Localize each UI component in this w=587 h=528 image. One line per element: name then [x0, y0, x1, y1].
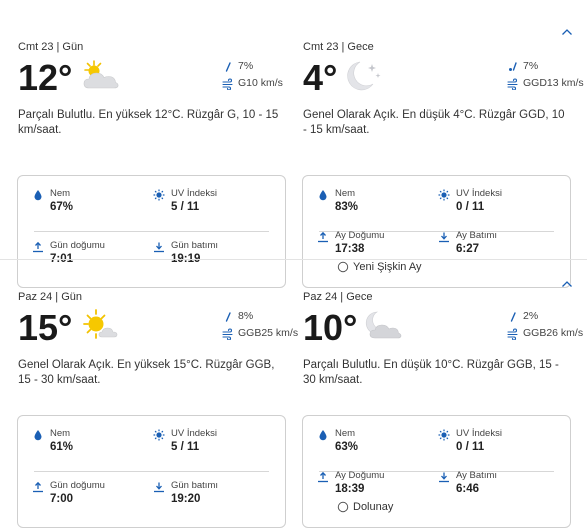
uv-index-label: UV İndeksi [456, 188, 502, 199]
sunset-icon [153, 481, 167, 495]
humidity-value: 83% [335, 201, 359, 213]
wind-value: GGB26 km/s [523, 327, 584, 339]
night-period-panel: Cmt 23 | Gece 4° 7% GGD13 km/s Genel Ola… [302, 40, 584, 288]
uv-index-value: 0 / 11 [456, 201, 485, 213]
temperature: 10° [303, 307, 358, 348]
divider [34, 471, 269, 472]
humidity-label: Nem [335, 428, 356, 439]
night-period-panel: Paz 24 | Gece 10° 2% GGB26 km/s Parçalı … [302, 290, 583, 528]
partly-cloudy-night-icon [363, 308, 403, 347]
partly-cloudy-day-icon [80, 58, 120, 97]
moonrise-value: 17:38 [335, 243, 365, 255]
day-period-panel: Cmt 23 | Gün 12° 7% G10 km/s Parçalı Bul… [17, 40, 290, 288]
moonset-label: Ay Batımı [456, 470, 498, 481]
humidity-value: 63% [335, 441, 359, 453]
sunset-icon [153, 241, 167, 255]
moonrise-label: Ay Doğumu [335, 230, 385, 241]
sunrise-label: Gün doğumu [50, 480, 105, 491]
humidity-value: 67% [50, 201, 74, 213]
forecast-description: Genel Olarak Açık. En yüksek 15°C. Rüzgâ… [18, 359, 275, 386]
forecast-day-2: Paz 24 | Gün 15° 8% GGB25 km/s Genel Ola… [0, 259, 587, 528]
clear-night-moon-icon [343, 58, 383, 99]
wind-icon [222, 78, 238, 90]
moonrise-label: Ay Doğumu [335, 470, 385, 481]
sunrise-icon [32, 241, 46, 255]
moonset-label: Ay Batımı [456, 230, 498, 241]
moonrise-icon [317, 471, 331, 485]
details-card: Nem 63% UV İndeksi 0 / 11 Ay Doğumu 18:39 A… [302, 415, 571, 528]
sunset-label: Gün batımı [171, 480, 218, 491]
moonset-value: 6:46 [456, 483, 480, 495]
humidity-value: 61% [50, 441, 74, 453]
sunset-value: 19:20 [171, 493, 201, 505]
precipitation-icon [507, 61, 523, 73]
humidity-icon [32, 189, 46, 203]
sunrise-value: 7:00 [50, 493, 74, 505]
sunrise-icon [32, 481, 46, 495]
temperature: 12° [18, 57, 73, 98]
details-card: Nem 61% UV İndeksi 5 / 11 Gün doğumu 7:00 G… [17, 415, 286, 528]
day-period-panel: Paz 24 | Gün 15° 8% GGB25 km/s Genel Ola… [17, 290, 298, 528]
precipitation-value: 8% [238, 310, 254, 322]
temperature: 15° [18, 307, 73, 348]
forecast-description: Genel Olarak Açık. En düşük 4°C. Rüzgâr … [303, 109, 565, 136]
forecast-description: Parçalı Bulutlu. En düşük 10°C. Rüzgâr G… [303, 359, 559, 386]
period-header: Paz 24 | Gece [303, 291, 373, 303]
moonrise-icon [317, 231, 331, 245]
uv-index-label: UV İndeksi [456, 428, 502, 439]
uv-index-icon [153, 429, 167, 443]
wind-value: GGD13 km/s [523, 77, 584, 89]
uv-index-value: 0 / 11 [456, 441, 485, 453]
uv-index-label: UV İndeksi [171, 188, 217, 199]
mostly-sunny-icon [80, 308, 120, 347]
sunset-label: Gün batımı [171, 240, 218, 251]
humidity-label: Nem [50, 428, 71, 439]
humidity-icon [317, 429, 331, 443]
forecast-description: Parçalı Bulutlu. En yüksek 12°C. Rüzgâr … [18, 109, 279, 136]
moon-phase-label: Dolunay [353, 501, 394, 514]
forecast-day-1: Cmt 23 | Gün 12° 7% G10 km/s Parçalı Bul… [0, 0, 587, 288]
uv-index-icon [438, 189, 452, 203]
humidity-icon [317, 189, 331, 203]
moon-phase: Dolunay [337, 501, 393, 513]
precipitation-icon [222, 61, 238, 73]
moonset-value: 6:27 [456, 243, 480, 255]
moon-phase-icon [337, 501, 349, 513]
uv-index-icon [153, 189, 167, 203]
uv-index-label: UV İndeksi [171, 428, 217, 439]
humidity-label: Nem [50, 188, 71, 199]
humidity-icon [32, 429, 46, 443]
precipitation-icon [507, 311, 523, 323]
wind-value: G10 km/s [238, 77, 283, 89]
precipitation-value: 2% [523, 310, 539, 322]
uv-index-icon [438, 429, 452, 443]
period-header: Cmt 23 | Gece [303, 41, 374, 53]
wind-icon [222, 328, 238, 340]
temperature: 4° [303, 57, 338, 98]
uv-index-value: 5 / 11 [171, 441, 200, 453]
wind-icon [507, 78, 523, 90]
moonrise-value: 18:39 [335, 483, 365, 495]
period-header: Cmt 23 | Gün [18, 41, 84, 53]
wind-icon [507, 328, 523, 340]
humidity-label: Nem [335, 188, 356, 199]
precipitation-value: 7% [238, 60, 254, 72]
collapse-chevron-up-icon[interactable] [559, 24, 575, 40]
moonset-icon [438, 471, 452, 485]
precipitation-value: 7% [523, 60, 539, 72]
precipitation-icon [222, 311, 238, 323]
sunrise-label: Gün doğumu [50, 240, 105, 251]
divider [34, 231, 269, 232]
uv-index-value: 5 / 11 [171, 201, 200, 213]
moonset-icon [438, 231, 452, 245]
wind-value: GGB25 km/s [238, 327, 299, 339]
period-header: Paz 24 | Gün [18, 291, 83, 303]
